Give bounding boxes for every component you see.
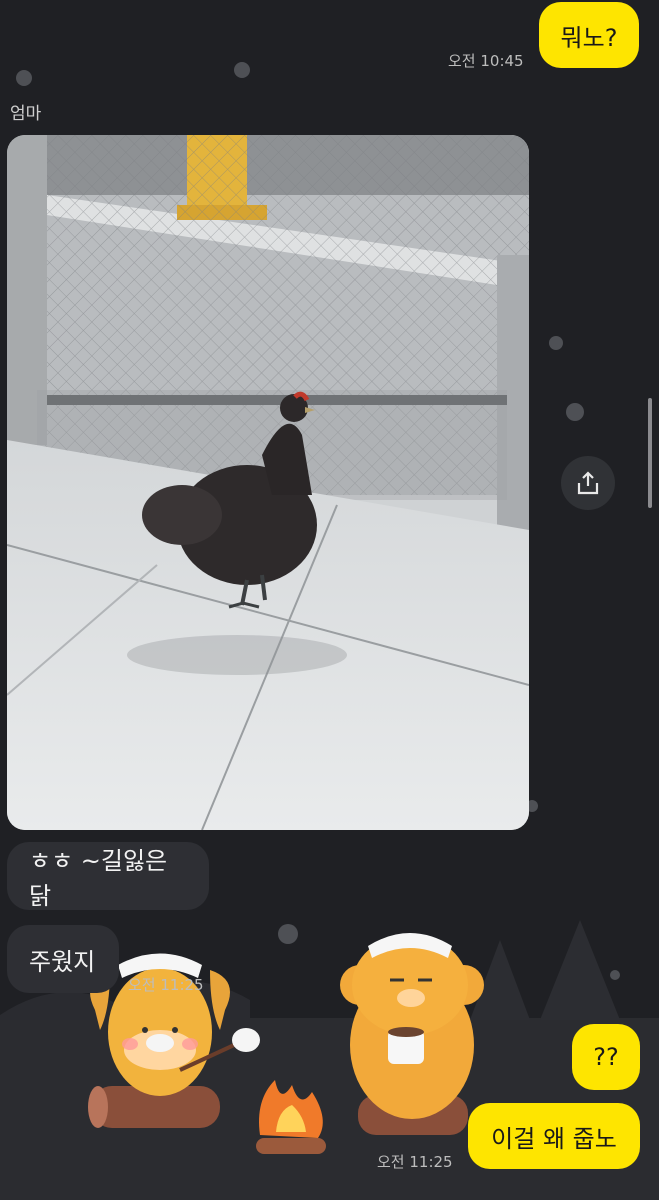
photo-message[interactable] [7, 135, 529, 830]
share-button[interactable] [561, 456, 615, 510]
incoming-message-bubble[interactable]: ㅎㅎ ~길잃은닭 [7, 842, 209, 910]
message-text: 뭐노? [560, 23, 618, 52]
snow-particle [549, 336, 563, 350]
outgoing-message-bubble[interactable]: 이걸 왜 줍노 [468, 1103, 640, 1169]
message-timestamp: 오전 10:45 [448, 52, 524, 70]
message-text: ?? [593, 1043, 619, 1071]
message-text: 이걸 왜 줍노 [491, 1124, 617, 1153]
incoming-message-bubble[interactable]: 주웠지 [7, 925, 119, 993]
outgoing-message-bubble[interactable]: ?? [572, 1024, 640, 1090]
sender-name: 엄마 [10, 104, 42, 124]
message-text: 주웠지 [29, 947, 96, 976]
message-timestamp: 오전 11:25 [377, 1153, 453, 1171]
snow-particle [16, 70, 32, 86]
scrollbar[interactable] [648, 398, 652, 508]
snow-particle [234, 62, 250, 78]
message-text: ㅎㅎ ~길잃은닭 [29, 847, 168, 910]
snow-particle [566, 403, 584, 421]
message-timestamp: 오전 11:25 [128, 976, 204, 994]
chicken-photo [7, 135, 529, 830]
outgoing-message-bubble[interactable]: 뭐노? [539, 2, 639, 68]
share-icon [577, 471, 599, 495]
